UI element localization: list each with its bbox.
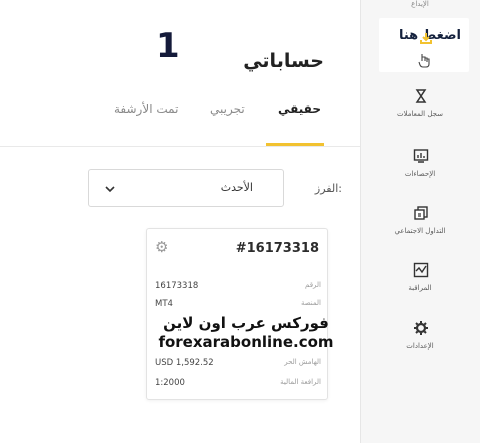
- sidebar-item-label: المراقبة: [408, 284, 432, 292]
- deposit-icon[interactable]: [419, 31, 433, 45]
- page-title: حساباتي: [243, 50, 324, 72]
- sort-select[interactable]: الأحدث: [88, 169, 284, 207]
- account-row: المنصة MT4: [155, 299, 321, 313]
- gear-icon[interactable]: ⚙: [155, 239, 171, 255]
- watermark-url: forexarabonline.com: [158, 333, 334, 351]
- sidebar-item-label: الإحصاءات: [404, 170, 436, 178]
- hourglass-icon: [415, 89, 427, 103]
- account-row: الرافعة المالية 1:2000: [155, 378, 321, 392]
- tab-demo[interactable]: تجريبي: [210, 102, 245, 116]
- account-number-title: #16173318: [235, 241, 319, 256]
- row-value: USD 1,592.52: [155, 358, 214, 368]
- chevron-down-icon: [105, 186, 115, 193]
- social-trading-icon: [414, 206, 428, 220]
- sort-value: الأحدث: [220, 181, 253, 194]
- row-value: MT4: [155, 299, 173, 309]
- sidebar-item-label: سجل المعاملات: [396, 110, 444, 118]
- step-number: 1: [156, 26, 180, 66]
- tab-archived[interactable]: تمت الأرشفة: [114, 102, 178, 116]
- sort-label: الفرز:: [314, 182, 342, 195]
- row-label: الرافعة المالية: [280, 378, 321, 386]
- statistics-icon: [413, 149, 429, 163]
- main-content: 1 حساباتي حقيقي تجريبي تمت الأرشفة الفرز…: [0, 0, 360, 443]
- monitoring-icon: [413, 262, 429, 278]
- row-label: الهامش الحر: [284, 358, 321, 366]
- sidebar-item-deposit-label[interactable]: الإيداع: [360, 0, 480, 8]
- sidebar-item-statistics[interactable]: الإحصاءات: [360, 148, 480, 198]
- sidebar-item-label: التداول الاجتماعي: [394, 227, 446, 235]
- sidebar-item-settings[interactable]: الإعدادات: [360, 320, 480, 370]
- row-label: الرقم: [305, 281, 321, 289]
- divider: [0, 146, 360, 147]
- row-value: 16173318: [155, 281, 199, 291]
- sidebar-item-monitoring[interactable]: المراقبة: [360, 262, 480, 312]
- gear-icon: [414, 321, 428, 335]
- pointer-hand-icon: [418, 54, 430, 68]
- account-row: الهامش الحر USD 1,592.52: [155, 358, 321, 372]
- sidebar-item-transactions[interactable]: سجل المعاملات: [360, 88, 480, 138]
- sidebar-item-label: الإعدادات: [406, 342, 434, 350]
- row-value: 1:2000: [155, 378, 185, 388]
- account-row: الرقم 16173318: [155, 281, 321, 295]
- watermark-arabic: فوركس عرب اون لاين: [163, 314, 329, 332]
- tab-real[interactable]: حقيقي: [278, 102, 321, 116]
- account-tabs: حقيقي تجريبي تمت الأرشفة: [100, 96, 340, 146]
- row-label: المنصة: [300, 299, 321, 307]
- sidebar-item-social-trading[interactable]: التداول الاجتماعي: [360, 205, 480, 255]
